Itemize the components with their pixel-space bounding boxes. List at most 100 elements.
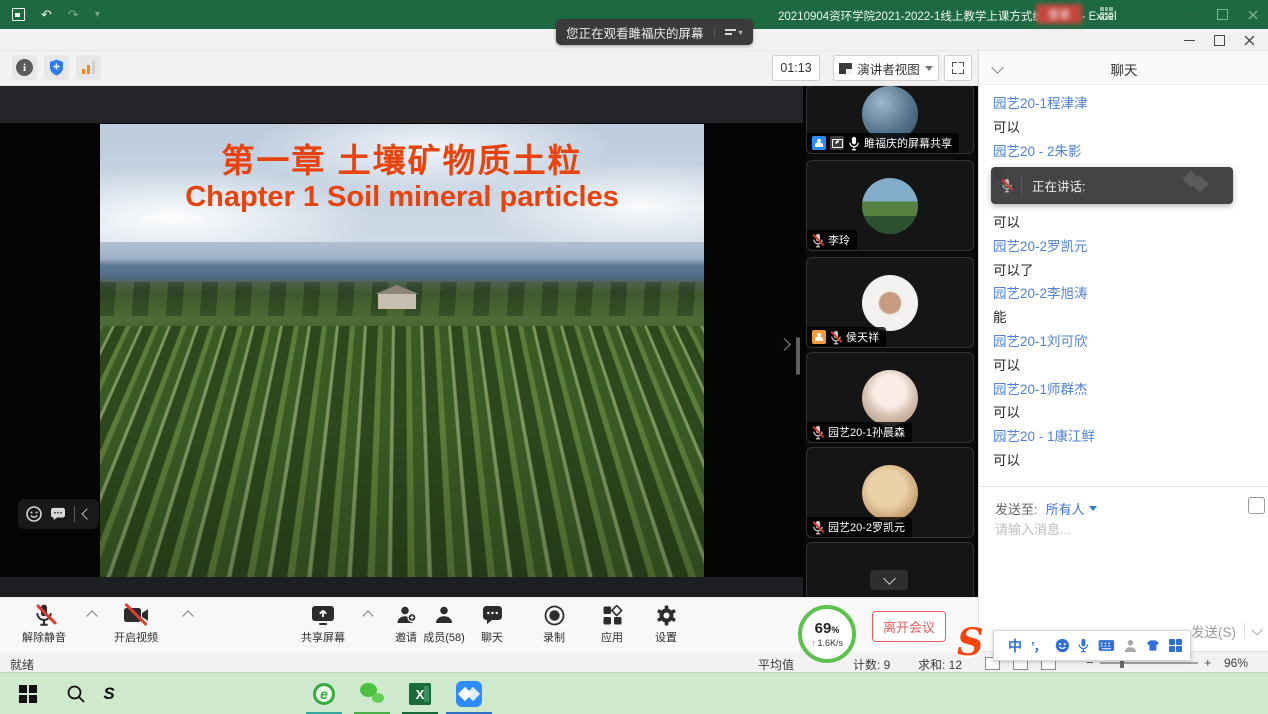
collapse-tiles-button[interactable] — [870, 570, 908, 590]
shared-screen-stage: 第一章 土壤矿物质土粒 Chapter 1 Soil mineral parti… — [0, 85, 803, 597]
status-average: 平均值 — [758, 656, 794, 673]
minimize-icon[interactable] — [1174, 31, 1204, 49]
chat-sender[interactable]: 园艺20-1师群杰 — [993, 378, 1255, 402]
stage-scrollbar[interactable] — [796, 337, 800, 375]
participant-tile[interactable]: 园艺20-2罗凯元 — [806, 447, 974, 538]
wechat-icon — [360, 683, 384, 705]
start-video-button[interactable]: 开启视频 — [104, 604, 168, 645]
chat-message: 可以 — [993, 116, 1255, 140]
share-options-icon[interactable] — [362, 610, 373, 621]
collapse-toolbar-icon[interactable] — [81, 508, 92, 519]
ime-account-icon[interactable] — [1124, 639, 1137, 653]
security-shield-icon[interactable] — [44, 55, 69, 80]
send-button[interactable]: 发送(S) — [1191, 621, 1236, 641]
ime-skin-icon[interactable] — [1146, 639, 1160, 652]
meeting-timer: 01:13 — [772, 55, 820, 81]
chat-button[interactable]: 聊天 — [468, 604, 516, 645]
save-icon[interactable] — [12, 8, 25, 21]
camera-off-icon — [123, 604, 149, 626]
speaking-toast-text: 正在讲话: — [1032, 176, 1085, 195]
fullscreen-button[interactable] — [944, 55, 972, 81]
chat-sender[interactable]: 园艺20 - 1康江鲜 — [993, 425, 1255, 449]
excel-login-button[interactable]: 登录 — [1036, 4, 1082, 24]
search-icon — [66, 684, 86, 704]
video-options-icon[interactable] — [182, 610, 193, 621]
ime-emoji-icon[interactable] — [1055, 638, 1070, 653]
excel-minimize-icon[interactable] — [1186, 14, 1197, 15]
send-options-icon[interactable] — [1251, 624, 1262, 635]
maximize-icon[interactable] — [1204, 31, 1234, 49]
chat-sender[interactable]: 园艺20-1程津津 — [993, 92, 1255, 116]
taskbar-excel[interactable]: X — [396, 673, 444, 714]
watching-screen-banner: 您正在观看雎福庆的屏幕 ▾ — [556, 19, 753, 45]
meeting-window-controls — [1174, 31, 1264, 49]
participant-tile[interactable]: 李玲 — [806, 160, 974, 251]
stage-bottom-band — [0, 577, 803, 597]
reaction-toolbar — [18, 499, 99, 529]
network-quality-indicator[interactable]: 69% ↑1.6K/s — [798, 605, 856, 663]
excel-maximize-icon[interactable] — [1217, 9, 1228, 20]
close-icon[interactable] — [1234, 31, 1264, 49]
unmute-button[interactable]: 解除静音 — [12, 604, 76, 645]
excel-close-icon[interactable] — [1248, 10, 1258, 20]
send-to-dropdown[interactable]: 所有人 — [1046, 499, 1097, 518]
apps-button[interactable]: 应用 — [588, 604, 636, 645]
taskbar-meeting[interactable] — [444, 673, 494, 714]
chat-sender[interactable]: 园艺20-1刘可欣 — [993, 330, 1255, 354]
meeting-info-icon[interactable]: i — [12, 55, 37, 80]
ime-keyboard-icon[interactable] — [1098, 639, 1115, 652]
view-mode-dropdown[interactable]: 演讲者视图 — [833, 55, 939, 81]
chat-message-list[interactable]: 园艺20-1程津津 可以 园艺20 - 2朱影 能 可以 园艺20-2罗凯元 可… — [979, 86, 1268, 487]
caption-chat-icon[interactable] — [50, 507, 66, 521]
status-sum: 求和: 12 — [918, 656, 962, 673]
chat-sender[interactable]: 园艺20-2罗凯元 — [993, 235, 1255, 259]
settings-button[interactable]: 设置 — [642, 604, 690, 645]
zoom-in-button[interactable]: + — [1204, 655, 1212, 670]
ime-language-toggle[interactable]: 中 — [1008, 636, 1022, 656]
participant-tile[interactable]: 雎福庆的屏幕共享 — [806, 85, 974, 154]
taskbar-wechat[interactable] — [348, 673, 396, 714]
leave-meeting-button[interactable]: 离开会议 — [872, 611, 946, 642]
expand-panel-icon[interactable] — [778, 338, 791, 351]
chat-message: 可以 — [993, 449, 1255, 473]
excel-window-controls — [1186, 0, 1258, 29]
ime-punctuation-toggle[interactable]: ’， — [1031, 636, 1046, 655]
screen-share-icon — [830, 136, 844, 150]
taskbar-search-button[interactable] — [56, 673, 96, 714]
slide-title-chinese: 第一章 土壤矿物质土粒 — [100, 134, 704, 182]
sogou-ime-logo[interactable]: S — [957, 625, 984, 659]
vineyard-photo — [100, 242, 704, 577]
mic-off-icon — [812, 233, 824, 248]
customize-toolbar-icon[interactable]: ▾ — [95, 9, 100, 20]
redo-icon[interactable]: ↷ — [68, 7, 79, 23]
zoom-slider[interactable] — [1100, 662, 1198, 664]
emoji-reaction-icon[interactable] — [26, 506, 42, 522]
avatar — [862, 465, 918, 521]
participant-name: 李玲 — [828, 232, 850, 248]
undo-icon[interactable]: ↶ — [41, 7, 52, 23]
chat-sender[interactable]: 园艺20 - 2朱影 — [993, 140, 1255, 164]
emoji-picker-icon[interactable] — [1248, 497, 1265, 514]
sogou-taskbar-icon[interactable]: S — [96, 673, 122, 714]
meeting-app-icon — [456, 681, 482, 707]
chat-sender[interactable]: 园艺20-2李旭涛 — [993, 282, 1255, 306]
participant-tile[interactable]: 园艺20-1孙晨森 — [806, 352, 974, 443]
network-signal-icon[interactable] — [76, 55, 101, 80]
banner-menu-icon[interactable]: ▾ — [714, 28, 743, 37]
audio-options-icon[interactable] — [86, 610, 97, 621]
zoom-percentage[interactable]: 96% — [1224, 656, 1248, 670]
participant-tile[interactable]: 侯天祥 — [806, 257, 974, 348]
participant-name: 园艺20-2罗凯元 — [828, 519, 905, 535]
start-button[interactable] — [8, 673, 48, 714]
taskbar-ie-browser[interactable]: e — [300, 673, 348, 714]
ime-voice-icon[interactable] — [1078, 638, 1089, 653]
ribbon-options-icon[interactable] — [1100, 7, 1113, 20]
chat-header: 聊天 — [979, 50, 1268, 85]
chat-message-input[interactable] — [993, 521, 1237, 538]
record-button[interactable]: 录制 — [530, 604, 578, 645]
apps-icon — [602, 604, 623, 626]
share-screen-button[interactable]: 共享屏幕 — [290, 604, 356, 645]
ime-toolbox-icon[interactable] — [1169, 639, 1183, 653]
chat-message: 能 — [993, 306, 1255, 330]
members-button[interactable]: 成员(58) — [412, 604, 476, 645]
